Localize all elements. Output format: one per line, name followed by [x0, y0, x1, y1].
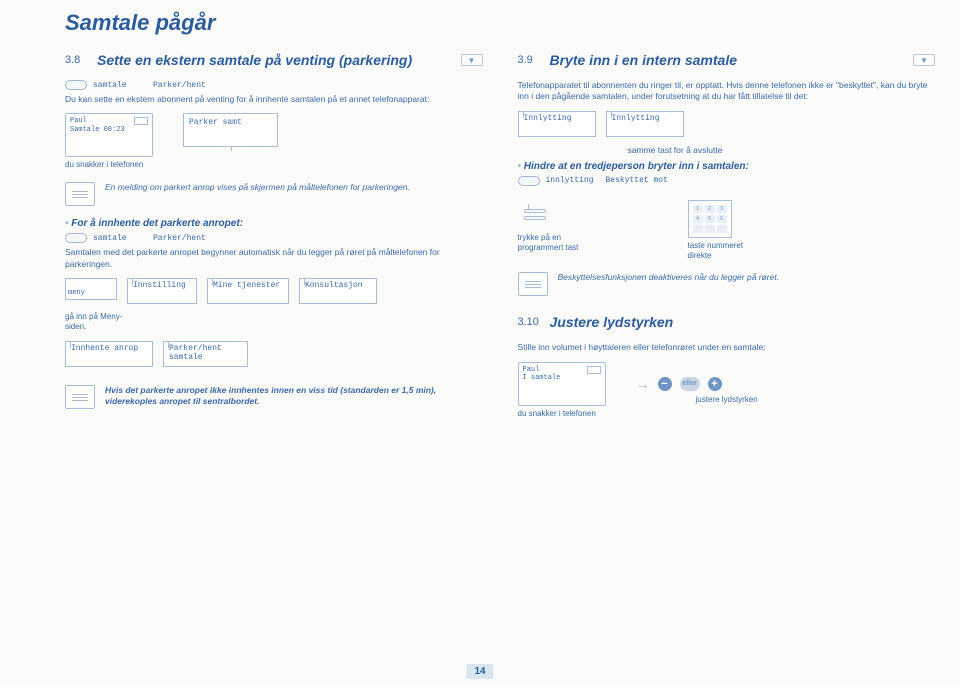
section-number: 3.10 — [518, 316, 540, 328]
softkey-label: Beskyttet mot — [606, 176, 668, 185]
intro-text: Du kan sette en ekstern abonnent på vent… — [65, 94, 483, 105]
softkey-chip: Mine tjenester — [207, 278, 289, 304]
softkey-box: Parker samt — [183, 113, 278, 147]
note-text: En melding om parkert anrop vises på skj… — [105, 182, 410, 193]
menu-caption: gå inn på Meny-siden. — [65, 312, 135, 331]
softkey-icon — [65, 233, 87, 243]
left-column: 3.8 Sette en ekstern samtale på venting … — [65, 52, 483, 428]
right-column: 3.9 Bryte inn i en intern samtale ▼ Tele… — [518, 52, 936, 428]
softkey-chip: Innlytting — [606, 111, 684, 137]
phone-screen: Paul I samtale — [518, 362, 606, 406]
softkey-chip: Konsultasjon — [299, 278, 377, 304]
softkey-chip: Innhente anrop — [65, 341, 153, 367]
page-title: Samtale pågår — [65, 10, 935, 36]
caption-text: samme tast for å avslutte — [628, 145, 936, 155]
or-label: eller — [680, 377, 700, 391]
softkey-icon — [65, 80, 87, 90]
section-title: Bryte inn i en intern samtale — [550, 52, 738, 68]
softkey-chip: Innlytting — [518, 111, 596, 137]
keypad-caption: taste nummeret direkte — [688, 241, 768, 260]
softkey-chip: Parker/hent samtale — [163, 341, 248, 367]
arrow-right-icon: → — [636, 376, 650, 392]
volume-up-button[interactable]: + — [708, 377, 722, 391]
keypad-icon: 123 456 — [688, 200, 732, 238]
bullet-heading: For å innhente det parkerte anropet: — [65, 218, 483, 229]
volume-caption: justere lydstyrken — [696, 395, 758, 405]
intro-text: Telefonapparatet til abonnenten du ringe… — [518, 80, 936, 103]
note-text: Hvis det parkerte anropet ikke innhentes… — [105, 385, 483, 407]
note-icon — [65, 385, 95, 409]
page-number: 14 — [466, 664, 493, 679]
note-icon — [65, 182, 95, 206]
note-text: Beskyttelsesfunksjonen deaktiveres når d… — [558, 272, 780, 283]
section-number: 3.9 — [518, 54, 540, 66]
softkey-label: samtale — [93, 81, 153, 90]
softkey-label: samtale — [93, 234, 153, 243]
prog-key-caption: trykke på en programmert tast — [518, 233, 598, 252]
section-title: Sette en ekstern samtale på venting (par… — [97, 52, 412, 68]
softkey-label: Parker/hent — [153, 81, 206, 90]
programmed-key-icon — [518, 200, 552, 230]
intro-text: Stille inn volumet i høyttaleren eller t… — [518, 342, 936, 353]
chevron-down-icon: ▼ — [913, 54, 935, 66]
phone-screen: Paul Samtale 00:23 — [65, 113, 153, 157]
screen-caption: du snakker i telefonen — [518, 409, 598, 419]
screen-caption: du snakker i telefonen — [65, 160, 145, 170]
bullet-heading: Hindre at en tredjeperson bryter inn i s… — [518, 161, 936, 172]
volume-down-button[interactable]: − — [658, 377, 672, 391]
body-text: Samtalen med det parkerte anropet begynn… — [65, 247, 483, 270]
chevron-down-icon: ▼ — [461, 54, 483, 66]
section-title: Justere lydstyrken — [550, 314, 674, 330]
softkey-icon — [518, 176, 540, 186]
note-icon — [518, 272, 548, 296]
section-number: 3.8 — [65, 54, 87, 66]
softkey-chip: Innstilling — [127, 278, 197, 304]
softkey-label: Parker/hent — [153, 234, 206, 243]
softkey-label: innlytting — [546, 176, 606, 185]
menu-icon: meny — [65, 278, 117, 300]
